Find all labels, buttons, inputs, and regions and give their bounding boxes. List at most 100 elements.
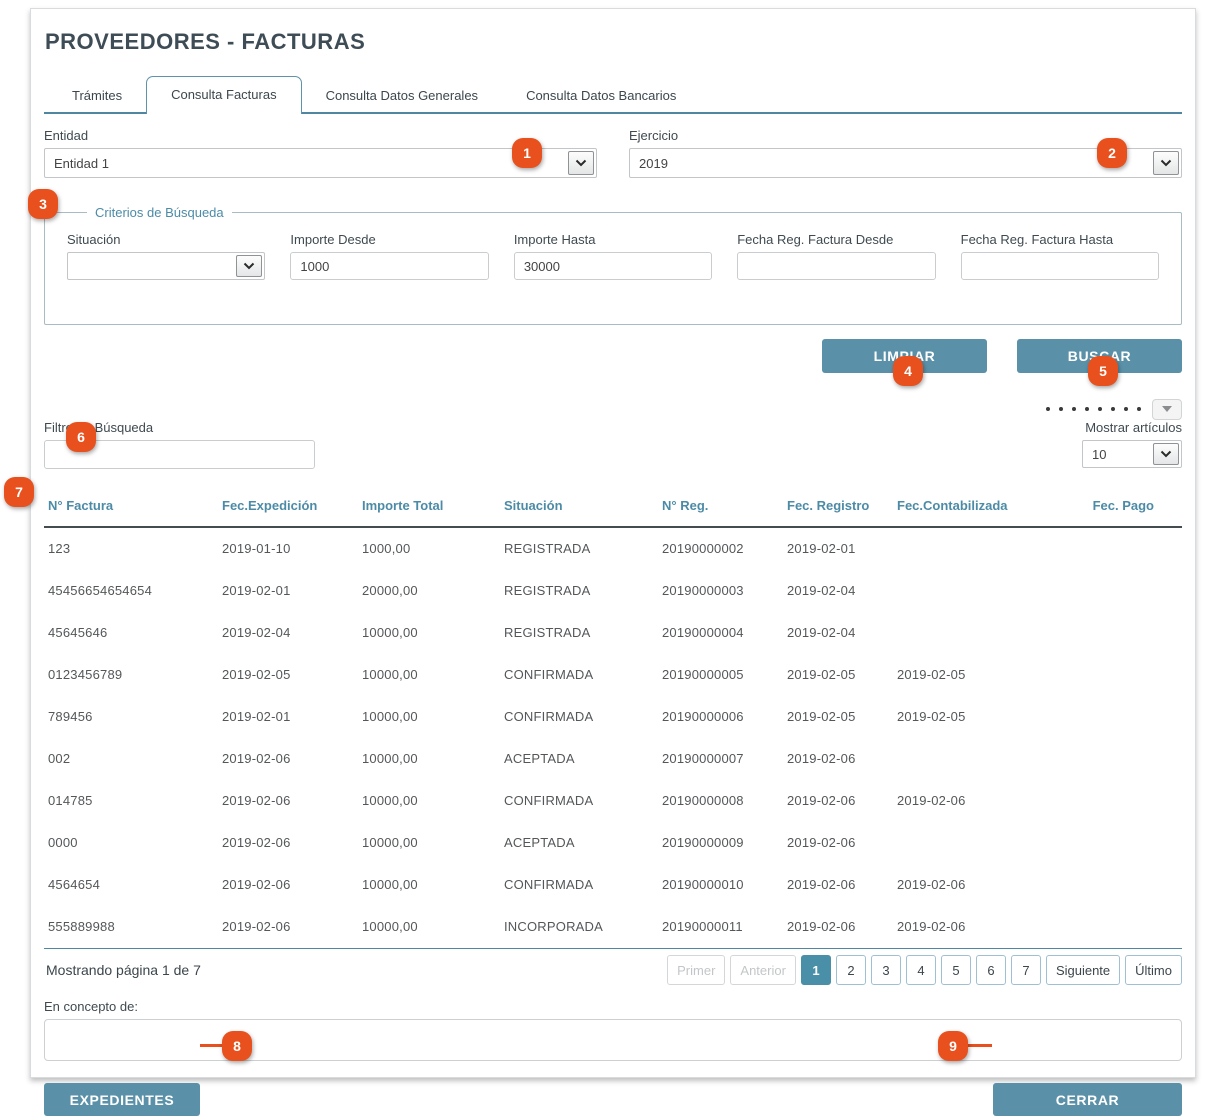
table-cell: 45456654654654 — [44, 570, 218, 612]
table-cell: CONFIRMADA — [500, 696, 658, 738]
page-button-siguiente[interactable]: Siguiente — [1046, 955, 1120, 985]
page-button-ltimo[interactable]: Último — [1125, 955, 1182, 985]
table-cell: 45645646 — [44, 612, 218, 654]
cerrar-button[interactable]: CERRAR — [993, 1083, 1182, 1116]
column-header-situaci-n: Situación — [500, 487, 658, 527]
table-cell: 123 — [44, 527, 218, 570]
table-cell: 014785 — [44, 780, 218, 822]
table-row[interactable]: 7894562019-02-0110000,00CONFIRMADA201900… — [44, 696, 1182, 738]
table-cell: 1000,00 — [358, 527, 500, 570]
importe-desde-input[interactable] — [290, 252, 488, 280]
table-row[interactable]: 454566546546542019-02-0120000,00REGISTRA… — [44, 570, 1182, 612]
tab-bar: Trámites Consulta Facturas Consulta Dato… — [44, 77, 1182, 114]
tab-consulta-datos-generales[interactable]: Consulta Datos Generales — [302, 78, 502, 112]
expedientes-button[interactable]: EXPEDIENTES — [44, 1083, 200, 1116]
table-row[interactable]: 0022019-02-0610000,00ACEPTADA20190000007… — [44, 738, 1182, 780]
collapsed-options-row — [44, 399, 1182, 419]
column-header-n-reg: N° Reg. — [658, 487, 783, 527]
mostrar-articulos-label: Mostrar artículos — [997, 420, 1182, 435]
fecha-reg-hasta-input[interactable] — [961, 252, 1159, 280]
chevron-down-icon — [1153, 151, 1179, 175]
table-cell: REGISTRADA — [500, 527, 658, 570]
table-cell: 4564654 — [44, 864, 218, 906]
tab-consulta-facturas[interactable]: Consulta Facturas — [146, 76, 302, 114]
page-title: PROVEEDORES - FACTURAS — [45, 29, 1182, 55]
criterios-busqueda-fieldset: Criterios de Búsqueda Situación Importe … — [44, 205, 1182, 325]
table-row[interactable]: 01234567892019-02-0510000,00CONFIRMADA20… — [44, 654, 1182, 696]
options-dropdown-button[interactable] — [1152, 399, 1182, 420]
table-cell: 20190000005 — [658, 654, 783, 696]
column-header-fec-contabilizada: Fec.Contabilizada — [893, 487, 1036, 527]
table-cell: 2019-01-10 — [218, 527, 358, 570]
table-cell: 20190000009 — [658, 822, 783, 864]
table-cell: 2019-02-06 — [893, 906, 1036, 948]
table-cell — [893, 527, 1036, 570]
column-header-fec-pago: Fec. Pago — [1036, 487, 1182, 527]
table-cell: 2019-02-06 — [218, 906, 358, 948]
table-cell — [1036, 527, 1182, 570]
table-cell: REGISTRADA — [500, 612, 658, 654]
table-cell: 10000,00 — [358, 864, 500, 906]
tab-consulta-datos-bancarios[interactable]: Consulta Datos Bancarios — [502, 78, 700, 112]
table-cell — [1036, 738, 1182, 780]
table-row[interactable]: 1232019-01-101000,00REGISTRADA2019000000… — [44, 527, 1182, 570]
situacion-select[interactable] — [67, 252, 265, 280]
mostrar-articulos-value: 10 — [1092, 447, 1153, 462]
table-cell: REGISTRADA — [500, 570, 658, 612]
annotation-badge-6: 6 — [66, 422, 96, 452]
importe-hasta-input[interactable] — [514, 252, 712, 280]
table-cell: 20000,00 — [358, 570, 500, 612]
page-button-4[interactable]: 4 — [906, 955, 936, 985]
fecha-reg-desde-label: Fecha Reg. Factura Desde — [737, 232, 935, 247]
page-button-primer: Primer — [667, 955, 725, 985]
table-cell: 10000,00 — [358, 696, 500, 738]
tab-tramites[interactable]: Trámites — [48, 78, 146, 112]
chevron-down-icon — [1153, 443, 1179, 465]
page-button-6[interactable]: 6 — [976, 955, 1006, 985]
page-button-7[interactable]: 7 — [1011, 955, 1041, 985]
table-cell — [1036, 780, 1182, 822]
table-cell — [1036, 696, 1182, 738]
table-row[interactable]: 00002019-02-0610000,00ACEPTADA2019000000… — [44, 822, 1182, 864]
facturas-table: N° FacturaFec.ExpediciónImporte TotalSit… — [44, 487, 1182, 948]
dotted-indicator — [1046, 407, 1141, 411]
mostrar-articulos-select[interactable]: 10 — [1082, 440, 1182, 468]
page-button-anterior: Anterior — [730, 955, 796, 985]
annotation-badge-7: 7 — [4, 477, 34, 507]
table-row[interactable]: 456456462019-02-0410000,00REGISTRADA2019… — [44, 612, 1182, 654]
table-cell: INCORPORADA — [500, 906, 658, 948]
chevron-down-icon — [236, 255, 262, 277]
table-cell: 2019-02-06 — [893, 780, 1036, 822]
table-row[interactable]: 5558899882019-02-0610000,00INCORPORADA20… — [44, 906, 1182, 948]
table-row[interactable]: 0147852019-02-0610000,00CONFIRMADA201900… — [44, 780, 1182, 822]
table-cell: 20190000007 — [658, 738, 783, 780]
table-cell: 20190000003 — [658, 570, 783, 612]
table-row[interactable]: 45646542019-02-0610000,00CONFIRMADA20190… — [44, 864, 1182, 906]
table-cell: 2019-02-06 — [218, 864, 358, 906]
table-cell — [1036, 822, 1182, 864]
page-button-3[interactable]: 3 — [871, 955, 901, 985]
page-button-1[interactable]: 1 — [801, 955, 831, 985]
column-header-fec-registro: Fec. Registro — [783, 487, 893, 527]
pagination-buttons: PrimerAnterior1234567SiguienteÚltimo — [667, 955, 1182, 985]
annotation-badge-1: 1 — [512, 138, 542, 168]
table-cell: 2019-02-01 — [783, 527, 893, 570]
table-cell: 2019-02-06 — [218, 780, 358, 822]
proveedores-facturas-panel: PROVEEDORES - FACTURAS Trámites Consulta… — [30, 8, 1196, 1078]
en-concepto-de-textarea[interactable] — [44, 1019, 1182, 1061]
table-header-row: N° FacturaFec.ExpediciónImporte TotalSit… — [44, 487, 1182, 527]
column-header-importe-total: Importe Total — [358, 487, 500, 527]
table-cell — [1036, 570, 1182, 612]
table-cell: 2019-02-06 — [783, 780, 893, 822]
page-button-5[interactable]: 5 — [941, 955, 971, 985]
table-cell: 2019-02-05 — [893, 654, 1036, 696]
fecha-reg-desde-input[interactable] — [737, 252, 935, 280]
importe-hasta-label: Importe Hasta — [514, 232, 712, 247]
table-cell: 2019-02-06 — [783, 738, 893, 780]
table-cell — [1036, 654, 1182, 696]
table-cell: 10000,00 — [358, 738, 500, 780]
page-button-2[interactable]: 2 — [836, 955, 866, 985]
importe-desde-label: Importe Desde — [290, 232, 488, 247]
table-cell: 2019-02-04 — [218, 612, 358, 654]
table-cell: 2019-02-05 — [783, 696, 893, 738]
